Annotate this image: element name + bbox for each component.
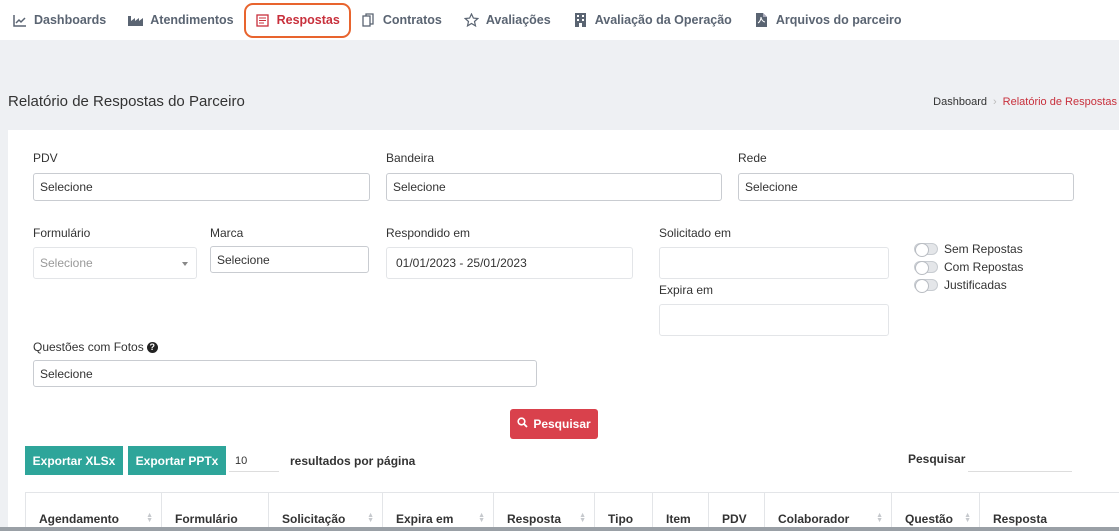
- solicitado-date-input[interactable]: [659, 247, 889, 279]
- col-agendamento[interactable]: Agendamento ▲ ▼: [25, 493, 162, 531]
- report-filters-card: PDV Selecione Bandeira Selecione Rede Se…: [8, 130, 1119, 531]
- nav-label: Avaliações: [485, 13, 551, 27]
- marca-label: Marca: [210, 226, 244, 240]
- col-expira-em[interactable]: Expira em ▲ ▼: [383, 493, 494, 531]
- formulario-select[interactable]: Selecione: [33, 247, 197, 279]
- pdv-label: PDV: [33, 151, 58, 165]
- nav-label: Atendimentos: [150, 13, 234, 27]
- expira-date-input[interactable]: [659, 304, 889, 336]
- breadcrumb-current: Relatório de Respostas: [1002, 96, 1117, 108]
- table-search-label: Pesquisar: [908, 452, 966, 466]
- col-resposta-2[interactable]: Resposta: [980, 493, 1119, 531]
- respondido-label: Respondido em: [386, 226, 471, 240]
- file-pdf-icon: [754, 13, 769, 28]
- nav-label: Respostas: [276, 13, 340, 27]
- sort-icon: ▲ ▼: [146, 512, 153, 524]
- questoes-label: Questões com Fotos: [33, 340, 144, 354]
- col-label: Expira em: [396, 512, 454, 526]
- window-bottom-edge: [0, 527, 1119, 531]
- nav-atendimentos[interactable]: Atendimentos: [128, 5, 234, 35]
- breadcrumb-separator-icon: ›: [992, 96, 997, 108]
- chevron-down-icon: [182, 262, 188, 266]
- form-icon: [255, 13, 270, 28]
- formulario-label: Formulário: [33, 226, 91, 240]
- toggle-switch[interactable]: [914, 279, 938, 293]
- toggle-label: Com Repostas: [944, 260, 1024, 274]
- col-label: Questão: [905, 512, 954, 526]
- nav-label: Avaliação da Operação: [594, 13, 732, 27]
- col-label: Resposta: [993, 512, 1048, 526]
- factory-icon: [128, 13, 144, 28]
- building-icon: [573, 13, 588, 28]
- per-page-label: resultados por página: [290, 454, 416, 468]
- questoes-label-wrap: Questões com Fotos ?: [33, 340, 158, 354]
- nav-dashboards[interactable]: Dashboards: [12, 5, 106, 35]
- question-circle-icon[interactable]: ?: [146, 341, 158, 353]
- toggle-label: Justificadas: [944, 278, 1007, 292]
- solicitado-label: Solicitado em: [659, 226, 732, 240]
- expira-label: Expira em: [659, 283, 714, 297]
- toggle-com-respostas[interactable]: Com Repostas: [914, 260, 1024, 275]
- col-label: Item: [666, 512, 691, 526]
- toggle-switch[interactable]: [914, 261, 938, 275]
- breadcrumb-home[interactable]: Dashboard: [933, 96, 987, 108]
- toggle-justificadas[interactable]: Justificadas: [914, 278, 1007, 293]
- page-title: Relatório de Respostas do Parceiro: [8, 93, 245, 110]
- col-resposta[interactable]: Resposta ▲ ▼: [494, 493, 595, 531]
- rede-label: Rede: [738, 151, 767, 165]
- nav-arquivos-parceiro[interactable]: Arquivos do parceiro: [754, 5, 902, 35]
- export-pptx-button[interactable]: Exportar PPTx: [128, 446, 226, 475]
- star-icon: [463, 13, 479, 28]
- nav-label: Contratos: [382, 13, 442, 27]
- col-label: Solicitação: [282, 512, 346, 526]
- bandeira-label: Bandeira: [386, 151, 435, 165]
- col-questao[interactable]: Questão ▲ ▼: [892, 493, 980, 531]
- sort-icon: ▲ ▼: [367, 512, 374, 524]
- col-pdv[interactable]: PDV: [709, 493, 765, 531]
- sort-icon: ▲ ▼: [876, 512, 883, 524]
- toggle-sem-respostas[interactable]: Sem Repostas: [914, 242, 1023, 257]
- top-navigation: Dashboards Atendimentos Respostas Contra…: [0, 0, 1119, 40]
- sort-icon: ▲ ▼: [478, 512, 485, 524]
- toggle-switch[interactable]: [914, 243, 938, 257]
- marca-select[interactable]: Selecione: [210, 246, 369, 273]
- nav-avaliacao-operacao[interactable]: Avaliação da Operação: [573, 5, 732, 35]
- formulario-value: Selecione: [40, 256, 93, 270]
- nav-label: Arquivos do parceiro: [775, 13, 902, 27]
- search-icon: [517, 417, 528, 431]
- search-button-label: Pesquisar: [533, 417, 591, 431]
- export-xlsx-button[interactable]: Exportar XLSx: [25, 446, 123, 475]
- respondido-date-range[interactable]: 01/01/2023 - 25/01/2023: [386, 247, 633, 279]
- rede-select[interactable]: Selecione: [738, 173, 1074, 201]
- copy-icon: [361, 13, 376, 28]
- col-solicitacao[interactable]: Solicitação ▲ ▼: [269, 493, 383, 531]
- table-search-input[interactable]: [968, 450, 1072, 472]
- nav-contratos[interactable]: Contratos: [361, 5, 442, 35]
- col-label: PDV: [722, 512, 747, 526]
- col-label: Resposta: [507, 512, 562, 526]
- pdv-select[interactable]: Selecione: [33, 173, 370, 201]
- search-button[interactable]: Pesquisar: [510, 409, 598, 439]
- nav-label: Dashboards: [34, 13, 107, 27]
- col-tipo[interactable]: Tipo: [595, 493, 653, 531]
- sort-icon: ▲ ▼: [964, 512, 971, 524]
- bandeira-select[interactable]: Selecione: [386, 173, 722, 201]
- results-table-header: Agendamento ▲ ▼ Formulário Solicitação ▲ ▼ E…: [25, 492, 1119, 531]
- breadcrumb: Dashboard › Relatório de Respostas: [933, 96, 1117, 108]
- sort-icon: ▲ ▼: [579, 512, 586, 524]
- toggle-label: Sem Repostas: [944, 242, 1023, 256]
- nav-avaliacoes[interactable]: Avaliações: [463, 5, 551, 35]
- col-label: Agendamento: [39, 512, 120, 526]
- col-item[interactable]: Item: [653, 493, 709, 531]
- col-label: Formulário: [175, 512, 238, 526]
- chart-line-icon: [12, 13, 27, 28]
- col-label: Colaborador: [778, 512, 850, 526]
- col-colaborador[interactable]: Colaborador ▲ ▼: [765, 493, 892, 531]
- nav-respostas[interactable]: Respostas: [243, 2, 351, 38]
- col-label: Tipo: [608, 512, 634, 526]
- questoes-select[interactable]: Selecione: [33, 360, 537, 387]
- col-formulario[interactable]: Formulário: [162, 493, 269, 531]
- page-size-select[interactable]: 10: [229, 450, 279, 472]
